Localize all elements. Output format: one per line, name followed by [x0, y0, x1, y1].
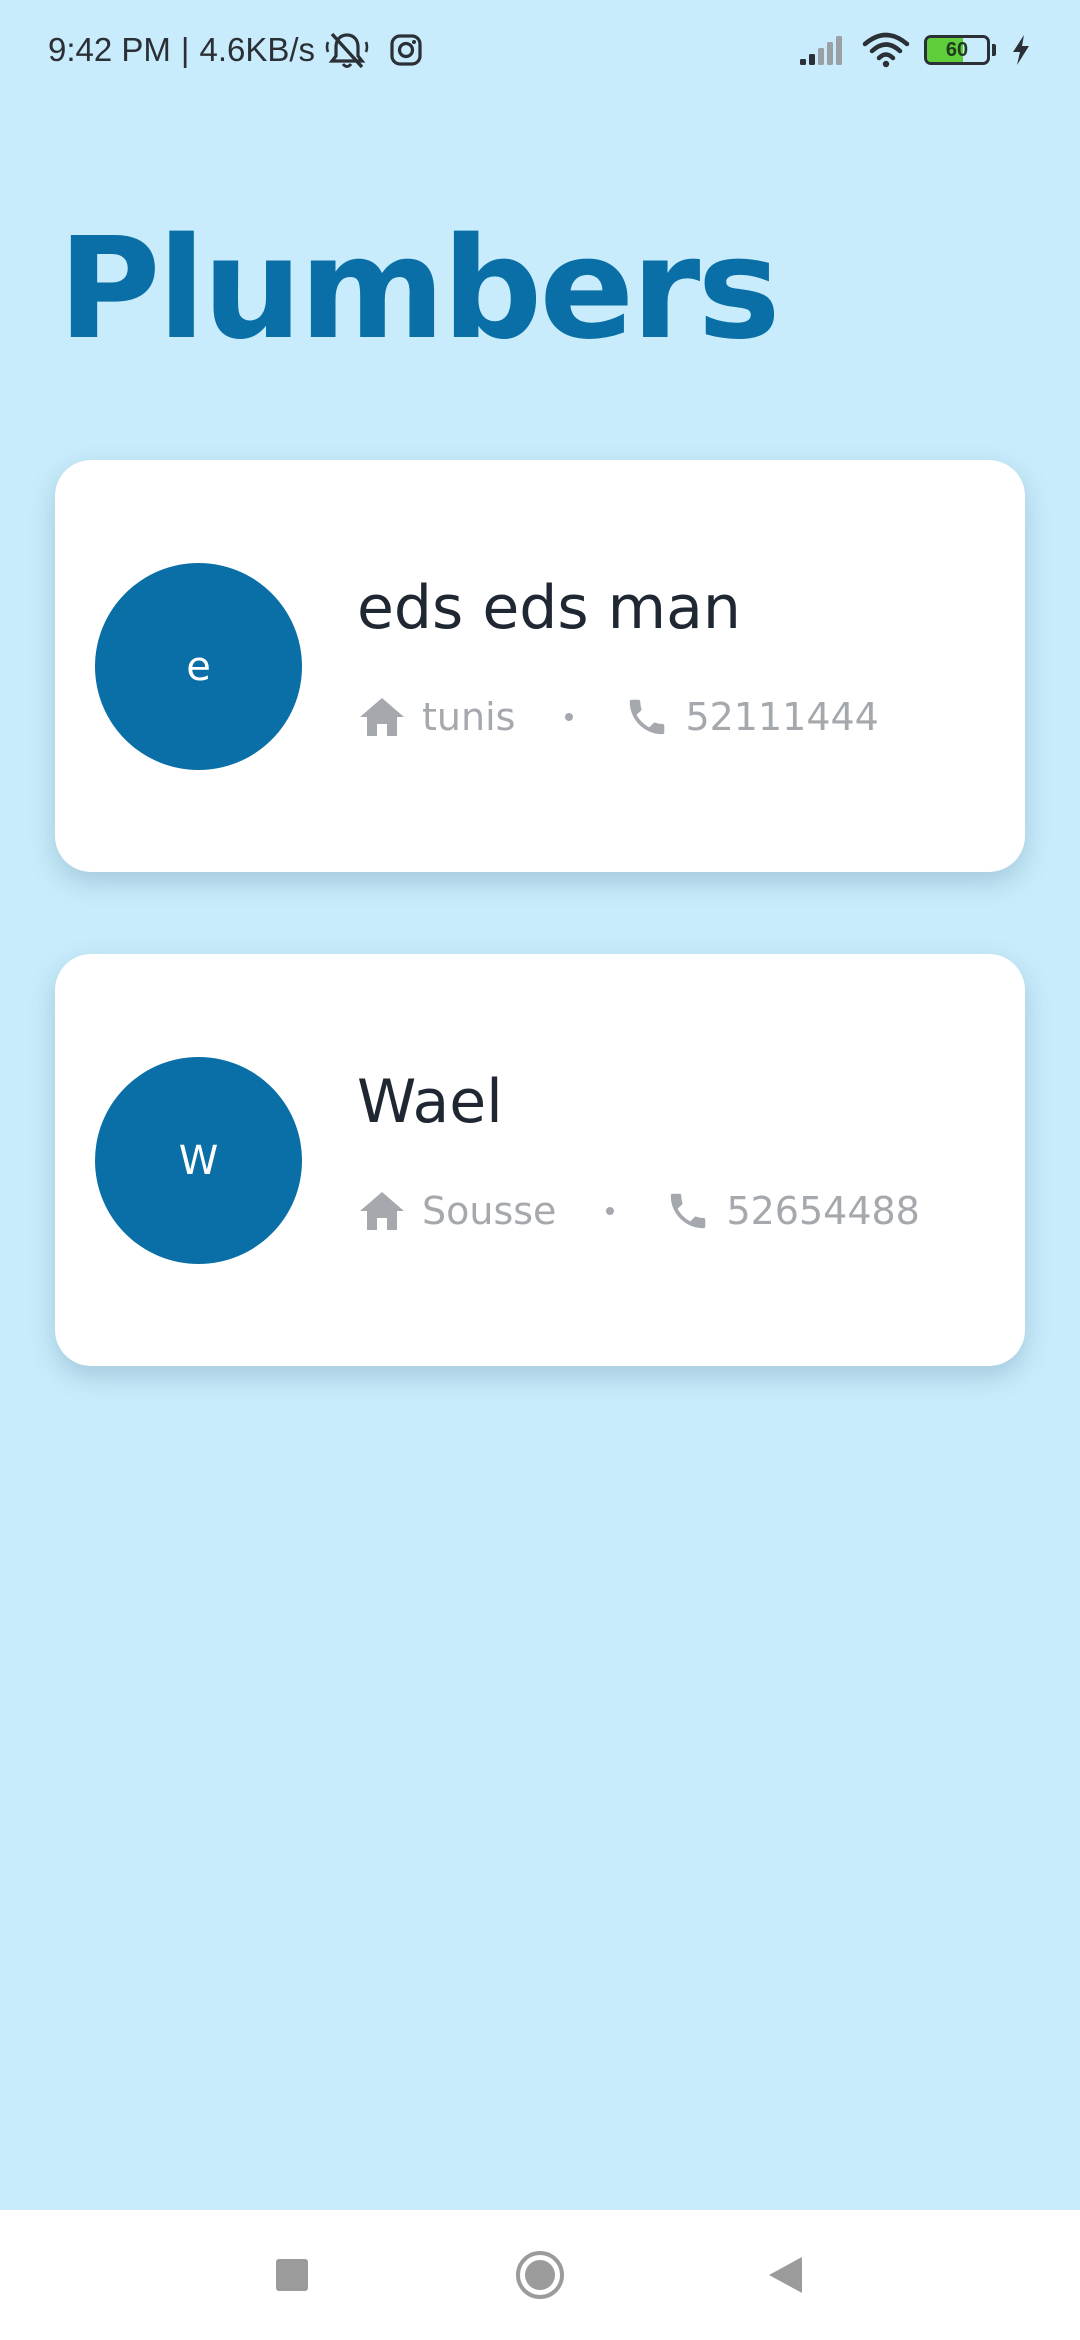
signal-icon	[798, 33, 848, 67]
charging-icon	[1010, 34, 1032, 66]
plumber-card[interactable]: e eds eds man tunis 52111444	[55, 460, 1025, 872]
plumber-phone[interactable]: 52654488	[726, 1192, 919, 1230]
status-time: 9:42 PM	[48, 31, 171, 68]
separator-dot	[565, 713, 574, 721]
wifi-icon	[862, 32, 910, 68]
home-circle-icon[interactable]	[514, 2249, 566, 2301]
plumber-meta: Sousse 52654488	[358, 1187, 920, 1235]
network-speed: 4.6KB/s	[199, 31, 316, 68]
plumber-name: eds eds man	[357, 573, 741, 643]
avatar: e	[95, 563, 302, 770]
phone-icon	[664, 1187, 712, 1235]
status-separator: |	[180, 31, 190, 68]
battery-tip	[992, 44, 996, 56]
plumber-meta: tunis 52111444	[358, 693, 879, 741]
status-right: 60	[798, 32, 1032, 68]
plumber-card[interactable]: W Wael Sousse 52654488	[55, 954, 1025, 1366]
plumber-phone[interactable]: 52111444	[685, 698, 878, 736]
plumber-city: tunis	[422, 695, 516, 739]
battery-icon: 60	[924, 35, 990, 65]
home-icon	[358, 1187, 406, 1235]
mute-bell-icon	[325, 30, 369, 70]
plumber-name: Wael	[357, 1067, 503, 1137]
navigation-bar	[0, 2210, 1080, 2340]
avatar: W	[95, 1057, 302, 1264]
plumber-city: Sousse	[422, 1189, 557, 1233]
separator-dot	[606, 1207, 615, 1215]
status-bar: 9:42 PM | 4.6KB/s 60	[0, 0, 1080, 100]
avatar-initial: e	[186, 643, 211, 690]
battery-level: 60	[945, 38, 969, 61]
status-left: 9:42 PM | 4.6KB/s	[48, 30, 423, 70]
back-triangle-icon[interactable]	[766, 2255, 804, 2295]
home-icon	[358, 693, 406, 741]
instagram-icon	[389, 33, 423, 67]
page-title: Plumbers	[58, 208, 781, 371]
phone-icon	[623, 693, 671, 741]
recents-square-icon[interactable]	[274, 2257, 310, 2293]
avatar-initial: W	[178, 1137, 219, 1184]
